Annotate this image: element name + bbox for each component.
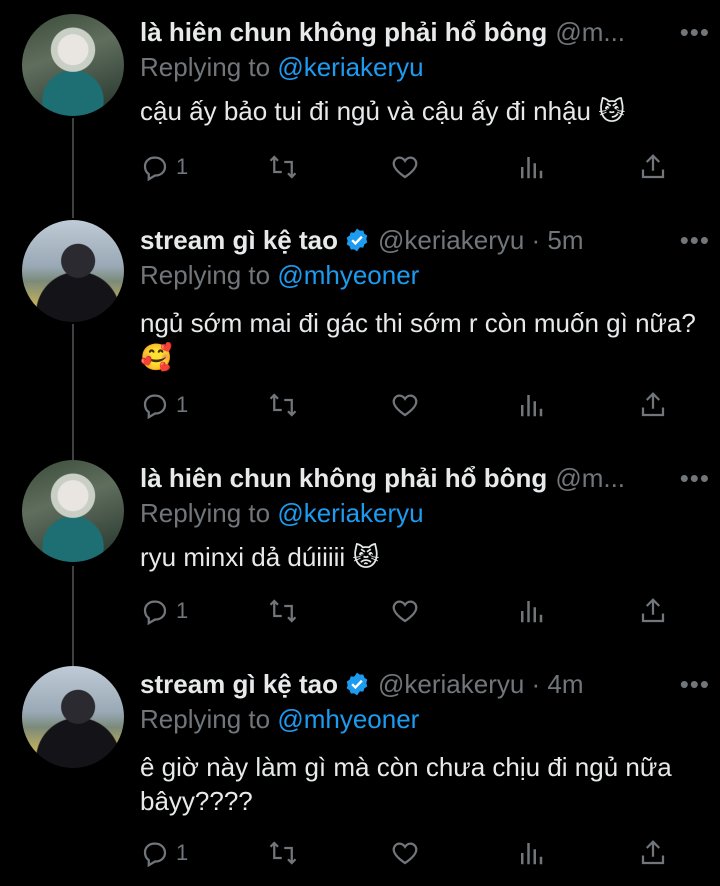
more-icon[interactable]: ••• bbox=[680, 465, 710, 491]
tweet-text: ryu minxi dả dúiiiii 😾 bbox=[140, 542, 380, 572]
mention-link[interactable]: @mhyeoner bbox=[277, 260, 419, 290]
mention-link[interactable]: @keriakeryu bbox=[277, 52, 423, 82]
reply-icon bbox=[143, 842, 167, 868]
retweet-button[interactable] bbox=[268, 152, 298, 182]
like-icon bbox=[392, 600, 418, 623]
retweet-icon bbox=[269, 599, 297, 623]
reply-count: 1 bbox=[176, 598, 189, 623]
user-handle[interactable]: @keriakeryu · 5m bbox=[378, 225, 584, 256]
reply-icon bbox=[143, 394, 167, 420]
retweet-icon bbox=[269, 155, 297, 179]
reply-button[interactable]: 1 bbox=[140, 390, 188, 420]
more-icon[interactable]: ••• bbox=[680, 19, 710, 45]
analytics-button[interactable] bbox=[516, 596, 546, 626]
reply-button[interactable]: 1 bbox=[140, 838, 188, 868]
tweet-text: ê giờ này làm gì mà còn chưa chịu đi ngủ… bbox=[140, 752, 672, 816]
display-name[interactable]: là hiên chun không phải hổ bông bbox=[140, 463, 547, 494]
more-icon[interactable]: ••• bbox=[680, 227, 710, 253]
tweet[interactable]: là hiên chun không phải hổ bông @m... Re… bbox=[0, 0, 720, 200]
user-handle[interactable]: @m... bbox=[555, 17, 625, 48]
replying-label: Replying to bbox=[140, 704, 271, 734]
reply-button[interactable]: 1 bbox=[140, 596, 188, 626]
retweet-button[interactable] bbox=[268, 838, 298, 868]
like-icon bbox=[392, 842, 418, 865]
replying-to: Replying to @mhyeoner bbox=[140, 258, 700, 292]
analytics-button[interactable] bbox=[516, 152, 546, 182]
share-icon bbox=[641, 840, 665, 865]
share-button[interactable] bbox=[638, 152, 668, 182]
analytics-button[interactable] bbox=[516, 838, 546, 868]
reply-button[interactable]: 1 bbox=[140, 152, 188, 182]
replying-label: Replying to bbox=[140, 260, 271, 290]
reply-icon bbox=[143, 600, 167, 626]
reply-count: 1 bbox=[176, 840, 189, 865]
avatar[interactable] bbox=[22, 666, 124, 768]
like-button[interactable] bbox=[390, 152, 420, 182]
tweet-text: ngủ sớm mai đi gác thi sớm r còn muốn gì… bbox=[140, 308, 696, 372]
like-button[interactable] bbox=[390, 390, 420, 420]
share-button[interactable] bbox=[638, 838, 668, 868]
tweet[interactable]: stream gì kệ tao @keriakeryu · 5m Replyi… bbox=[0, 210, 720, 450]
user-handle[interactable]: @m... bbox=[555, 463, 625, 494]
analytics-icon bbox=[521, 395, 543, 417]
verified-badge-icon bbox=[346, 228, 368, 252]
more-icon[interactable]: ••• bbox=[680, 671, 710, 697]
like-icon bbox=[392, 156, 418, 179]
replying-to: Replying to @mhyeoner bbox=[140, 702, 700, 736]
mention-link[interactable]: @keriakeryu bbox=[277, 498, 423, 528]
reply-count: 1 bbox=[176, 154, 189, 179]
avatar[interactable] bbox=[22, 220, 124, 322]
analytics-button[interactable] bbox=[516, 390, 546, 420]
like-button[interactable] bbox=[390, 596, 420, 626]
share-icon bbox=[641, 392, 665, 417]
analytics-icon bbox=[521, 843, 543, 865]
analytics-icon bbox=[521, 601, 543, 623]
like-icon bbox=[392, 394, 418, 417]
replying-to: Replying to @keriakeryu bbox=[140, 50, 700, 84]
reply-count: 1 bbox=[176, 392, 189, 417]
display-name[interactable]: stream gì kệ tao bbox=[140, 669, 338, 700]
retweet-icon bbox=[269, 841, 297, 865]
avatar[interactable] bbox=[22, 460, 124, 562]
reply-icon bbox=[143, 156, 167, 182]
retweet-button[interactable] bbox=[268, 390, 298, 420]
tweet-text: cậu ấy bảo tui đi ngủ và cậu ấy đi nhậu … bbox=[140, 96, 626, 126]
display-name[interactable]: là hiên chun không phải hổ bông bbox=[140, 17, 547, 48]
tweet[interactable]: là hiên chun không phải hổ bông @m... Re… bbox=[0, 450, 720, 650]
verified-badge-icon bbox=[346, 672, 368, 696]
share-button[interactable] bbox=[638, 390, 668, 420]
like-button[interactable] bbox=[390, 838, 420, 868]
analytics-icon bbox=[521, 157, 543, 179]
replying-to: Replying to @keriakeryu bbox=[140, 496, 700, 530]
share-button[interactable] bbox=[638, 596, 668, 626]
avatar[interactable] bbox=[22, 14, 124, 116]
tweet[interactable]: stream gì kệ tao @keriakeryu · 4m Replyi… bbox=[0, 656, 720, 886]
user-handle[interactable]: @keriakeryu · 4m bbox=[378, 669, 584, 700]
replying-label: Replying to bbox=[140, 52, 271, 82]
retweet-button[interactable] bbox=[268, 596, 298, 626]
share-icon bbox=[641, 598, 665, 623]
mention-link[interactable]: @mhyeoner bbox=[277, 704, 419, 734]
display-name[interactable]: stream gì kệ tao bbox=[140, 225, 338, 256]
share-icon bbox=[641, 154, 665, 179]
retweet-icon bbox=[269, 393, 297, 417]
replying-label: Replying to bbox=[140, 498, 271, 528]
